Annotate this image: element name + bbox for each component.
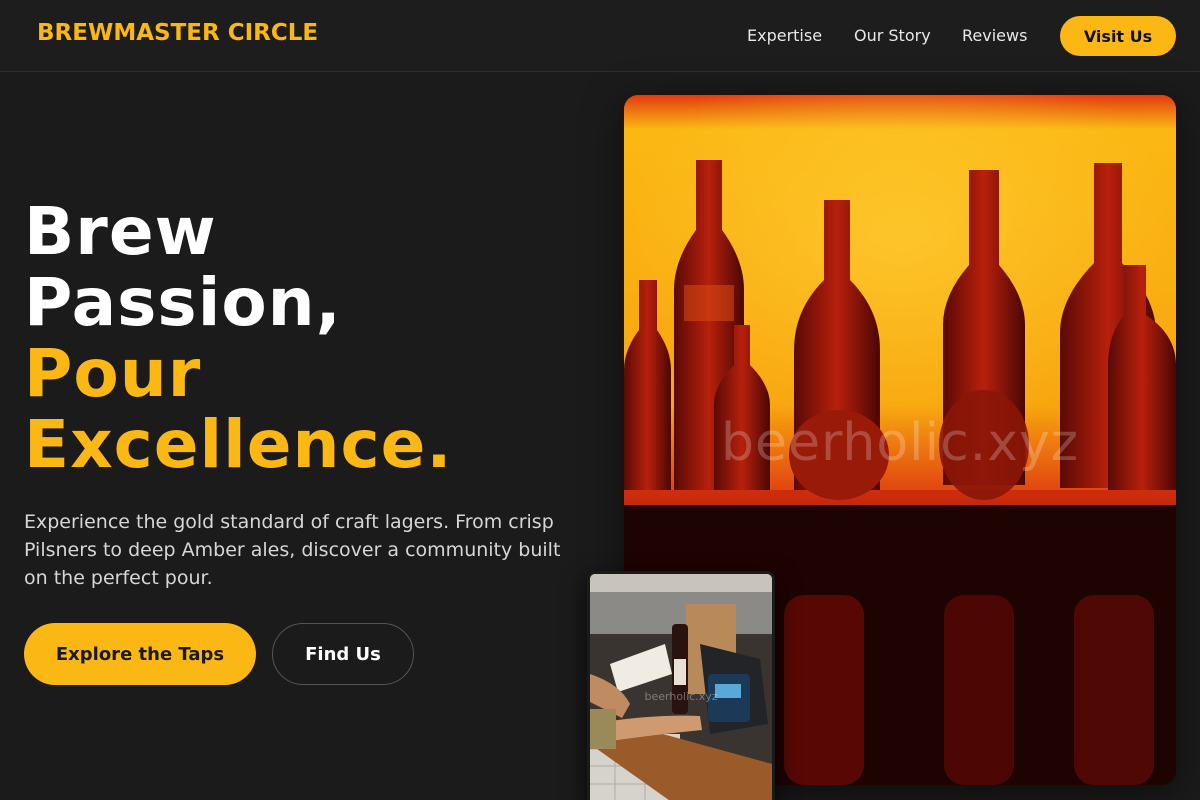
hero-title-line-2: Passion, xyxy=(24,264,342,341)
visit-us-button[interactable]: Visit Us xyxy=(1060,16,1176,56)
explore-taps-button[interactable]: Explore the Taps xyxy=(24,623,256,685)
nav-link-expertise[interactable]: Expertise xyxy=(747,26,822,45)
brand-logo[interactable]: BREWMASTER CIRCLE xyxy=(37,20,318,46)
find-us-button[interactable]: Find Us xyxy=(272,623,414,685)
hero-image-watermark: beerholic.xyz xyxy=(720,413,1080,473)
bar-payment-image: beerholic.xyz xyxy=(587,571,775,800)
hero-description: Experience the gold standard of craft la… xyxy=(24,511,561,589)
inset-image-watermark: beerholic.xyz xyxy=(644,690,718,703)
hero-title: Brew Passion, Pour Excellence. xyxy=(24,196,453,480)
hero-title-line-1: Brew xyxy=(24,193,217,270)
top-navbar: BREWMASTER CIRCLE Expertise Our Story Re… xyxy=(0,0,1200,72)
bar-payment-illustration xyxy=(590,574,772,800)
hero-title-line-3: Pour xyxy=(24,335,202,412)
nav-link-our-story[interactable]: Our Story xyxy=(854,26,931,45)
hero-title-line-4: Excellence. xyxy=(24,406,453,483)
nav-link-reviews[interactable]: Reviews xyxy=(962,26,1027,45)
